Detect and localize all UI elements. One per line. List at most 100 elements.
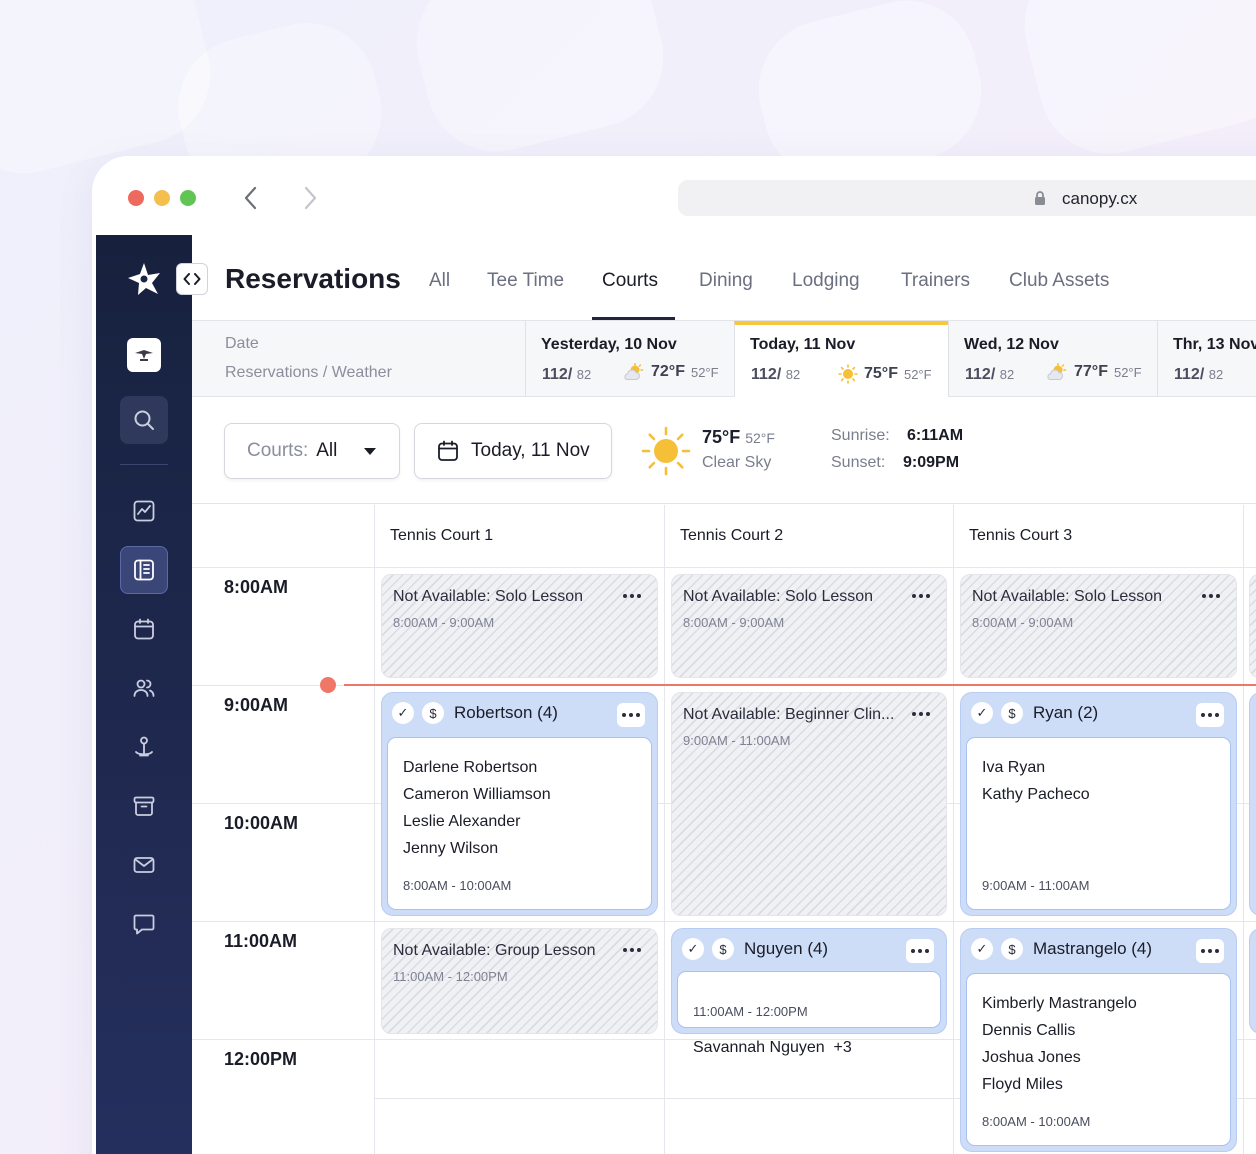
unavailable-block[interactable]: Not Available: Solo Lesson 8:00AM - 9:00… [671, 574, 947, 678]
date-column-reservations: 112/ 82 [542, 366, 592, 383]
sunset-time: 9:09PM [903, 454, 960, 471]
reservation-time: 11:00AM - 12:00PM [693, 1004, 808, 1019]
tab-all[interactable]: All [429, 270, 450, 292]
time-slot-label: 8:00AM [224, 577, 289, 597]
maximize-window-dot[interactable] [180, 190, 196, 206]
collapse-sidebar-button[interactable] [176, 263, 208, 295]
reservation-card[interactable] [1249, 928, 1256, 1034]
book-icon [134, 559, 154, 581]
minimize-window-dot[interactable] [154, 190, 170, 206]
more-options-icon[interactable] [1196, 703, 1224, 727]
date-column-date: Yesterday, 10 Nov [541, 336, 677, 353]
check-icon[interactable]: ✓ [971, 702, 993, 724]
member-name: Leslie Alexander [403, 813, 521, 830]
sidebar-item-analytics[interactable] [120, 487, 168, 535]
reservation-card[interactable] [1249, 692, 1256, 916]
reservation-card[interactable]: ✓ $ Mastrangelo (4) Kimberly Mastrangelo… [960, 928, 1237, 1152]
check-icon[interactable]: ✓ [392, 702, 414, 724]
date-column-today[interactable]: Today, 11 Nov 112/ 82 75°F 52°F [734, 321, 948, 397]
more-options-icon[interactable] [619, 585, 645, 607]
reservation-card[interactable]: ✓ $ Ryan (2) Iva Ryan Kathy Pacheco 9:00… [960, 692, 1237, 916]
sidebar-divider [120, 464, 168, 465]
more-options-icon[interactable] [1198, 585, 1224, 607]
date-column-yesterday[interactable]: Yesterday, 10 Nov 112/ 82 72°F 52°F [525, 321, 734, 397]
tab-dining[interactable]: Dining [699, 270, 753, 292]
date-column-reservations: 112/ 82 [1174, 366, 1224, 383]
sidebar-search[interactable] [120, 396, 168, 444]
courts-filter-label: Courts: [247, 440, 309, 461]
tab-tee-time[interactable]: Tee Time [487, 270, 564, 292]
tab-lodging[interactable]: Lodging [792, 270, 860, 292]
unavailable-block[interactable]: Not Available: Group Lesson 11:00AM - 12… [381, 928, 658, 1034]
sun-icon [641, 426, 691, 476]
search-icon [134, 410, 154, 430]
member-name: Kathy Pacheco [982, 786, 1090, 803]
unavailable-block[interactable]: Not Available: Solo Lesson 8:00AM - 9:00… [381, 574, 658, 678]
more-options-icon[interactable] [619, 939, 645, 961]
tab-trainers[interactable]: Trainers [901, 270, 970, 292]
court-column-header: Tennis Court 3 [969, 527, 1073, 544]
unavailable-block[interactable] [1249, 574, 1256, 678]
reservation-body: Kimberly Mastrangelo Dennis Callis Joshu… [966, 973, 1231, 1146]
unavailable-block[interactable]: Not Available: Solo Lesson 8:00AM - 9:00… [960, 574, 1237, 678]
address-bar[interactable]: canopy.cx [678, 180, 1256, 216]
sunrise-label: Sunrise: [831, 427, 890, 444]
unavailable-title: Not Available: Solo Lesson [972, 588, 1163, 605]
sidebar-item-chat[interactable] [120, 900, 168, 948]
filter-bar: Courts: All Today, 11 Nov 75°F 52°F Clea… [192, 397, 1256, 504]
time-slot-label: 9:00AM [224, 695, 289, 715]
unavailable-title: Not Available: Group Lesson [393, 942, 596, 959]
grid-line [192, 921, 1256, 922]
club-logo[interactable] [127, 338, 161, 372]
dollar-icon[interactable]: $ [712, 938, 734, 960]
reservation-card[interactable]: ✓ $ Nguyen (4) Savannah Nguyen +3 11:00A… [671, 928, 947, 1056]
current-temperature: 75°F 52°F [702, 427, 775, 447]
dollar-icon[interactable]: $ [422, 702, 444, 724]
sidebar-item-golf[interactable] [120, 723, 168, 771]
close-window-dot[interactable] [128, 190, 144, 206]
dollar-icon[interactable]: $ [1001, 938, 1023, 960]
sidebar-item-members[interactable] [120, 664, 168, 712]
date-column-weather: 75°F 52°F [838, 364, 932, 384]
sidebar [96, 235, 192, 1154]
check-icon[interactable]: ✓ [682, 938, 704, 960]
partly-cloudy-icon [1047, 363, 1067, 380]
more-options-icon[interactable] [908, 585, 934, 607]
tab-club-assets[interactable]: Club Assets [1009, 270, 1109, 292]
more-options-icon[interactable] [906, 939, 934, 963]
forward-button[interactable] [296, 184, 324, 212]
unavailable-time: 8:00AM - 9:00AM [393, 615, 495, 630]
unavailable-title: Not Available: Solo Lesson [683, 588, 874, 605]
reservation-card[interactable]: ✓ $ Robertson (4) Darlene Robertson Came… [381, 692, 658, 916]
courts-filter-dropdown[interactable]: Courts: All [224, 423, 400, 479]
back-button[interactable] [237, 184, 265, 212]
tab-courts[interactable]: Courts [602, 270, 658, 292]
court-column-header: Tennis Court 1 [390, 527, 494, 544]
sunrise-time: 6:11AM [907, 427, 964, 444]
chart-icon [133, 500, 155, 522]
unavailable-time: 9:00AM - 11:00AM [683, 733, 791, 748]
date-picker-button[interactable]: Today, 11 Nov [414, 423, 612, 479]
date-column-wed[interactable]: Wed, 12 Nov 112/ 82 77°F 52°F [948, 321, 1157, 397]
courts-filter-value: All [316, 440, 338, 461]
sidebar-item-calendar[interactable] [120, 605, 168, 653]
sidebar-item-archive[interactable] [120, 782, 168, 830]
main-panel: Reservations All Tee Time Courts Dining … [192, 235, 1256, 1154]
current-time-line [344, 684, 1256, 686]
reservation-name: Ryan (2) [1033, 703, 1099, 722]
reservation-name: Robertson (4) [454, 703, 558, 722]
dollar-icon[interactable]: $ [1001, 702, 1023, 724]
unavailable-block[interactable]: Not Available: Beginner Clin... 9:00AM -… [671, 692, 947, 916]
more-options-icon[interactable] [1196, 939, 1224, 963]
reservation-name: Nguyen (4) [744, 939, 829, 958]
unavailable-time: 8:00AM - 9:00AM [972, 615, 1074, 630]
chat-icon [133, 914, 155, 935]
sidebar-item-reservations[interactable] [120, 546, 168, 594]
date-picker-value: Today, 11 Nov [471, 440, 590, 461]
sidebar-item-mail[interactable] [120, 841, 168, 889]
archive-icon [133, 796, 155, 816]
more-options-icon[interactable] [908, 703, 934, 725]
check-icon[interactable]: ✓ [971, 938, 993, 960]
more-options-icon[interactable] [617, 703, 645, 727]
date-column-thu[interactable]: Thr, 13 Nov 112/ 82 [1157, 321, 1256, 397]
